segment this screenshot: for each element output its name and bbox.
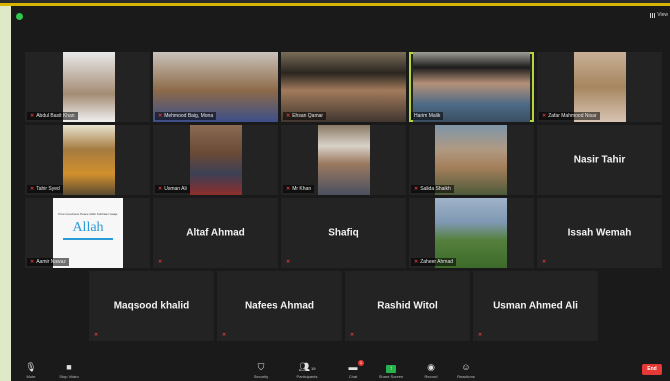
chat-bubble-icon: ▬ (348, 362, 358, 372)
mic-muted-icon: ✕ (158, 113, 163, 119)
record-button[interactable]: ◉ Record (411, 362, 451, 379)
participant-nameplate: ✕ Usman Ali (155, 185, 190, 193)
end-meeting-button[interactable]: End (642, 364, 662, 375)
shield-icon: ⛉ (257, 362, 265, 372)
participant-nameplate: ✕ (219, 331, 229, 339)
participant-display-name: Shafiq (328, 227, 359, 239)
name-only-tile[interactable]: Altaf Ahmad ✕ (153, 198, 278, 268)
participant-nameplate: ✕ Abdul Basit Khan (27, 112, 78, 120)
participant-video (190, 125, 242, 195)
video-tile[interactable]: Pure Goodness Peace Allah Subhaan Gaaje … (25, 198, 150, 268)
record-icon: ◉ (427, 362, 435, 372)
mic-muted-icon: ✕ (222, 332, 227, 338)
chat-unread-badge: 1 (358, 360, 364, 366)
video-tile-active-speaker[interactable]: Harim Malik (409, 52, 534, 122)
view-label: View (657, 12, 668, 18)
video-tile[interactable]: ✕ Usman Ali (153, 125, 278, 195)
mic-muted-icon: ✕ (542, 113, 547, 119)
participant-nameplate: ✕ (475, 331, 485, 339)
placard-tagline: Pure Goodness Peace Allah Subhaan Gaaje (58, 212, 118, 216)
participant-display-name: Rashid Witol (377, 300, 438, 312)
video-tile[interactable]: ✕ Abdul Basit Khan (25, 52, 150, 122)
participant-video (63, 125, 115, 195)
participant-display-name: Nafees Ahmad (244, 300, 315, 312)
participant-nameplate: Harim Malik (411, 112, 444, 120)
participant-nameplate: ✕ (539, 258, 549, 266)
participant-nameplate: ✕ (347, 331, 357, 339)
mic-muted-icon: ✕ (414, 186, 419, 192)
smiley-icon: ☺ (461, 362, 471, 372)
participant-nameplate: ✕ (155, 258, 165, 266)
participant-nameplate: ✕ Mr Khan (283, 185, 315, 193)
video-tile[interactable]: ✕ Salida Shaikh (409, 125, 534, 195)
name-only-tile[interactable]: Usman Ahmed Ali ✕ (473, 271, 598, 341)
mic-muted-icon: ✕ (30, 113, 35, 119)
participant-nameplate: ✕ Salida Shaikh (411, 185, 454, 193)
chat-button[interactable]: ▬ 1 Chat (333, 360, 373, 379)
name-only-tile[interactable]: Maqsood khalid ✕ (89, 271, 214, 341)
mic-muted-icon: ✕ (542, 259, 547, 265)
participant-nameplate: ✕ Zafar Mahmood Nisar (539, 112, 600, 120)
participant-nameplate: ✕ Zaheer Ahmad (411, 258, 457, 266)
participants-icon: 👥︎19 (298, 362, 316, 372)
participant-nameplate: ✕ Mehmood Baig, Mona (155, 112, 217, 120)
participant-display-name: Nasir Tahir (573, 154, 626, 166)
participant-display-name: Maqsood khalid (113, 300, 190, 312)
meeting-window: View ✕ Abdul Basit Khan ✕ Mehmood Baig, Mo… (11, 6, 670, 381)
mic-muted-icon: ✕ (286, 259, 291, 265)
participant-nameplate: ✕ Ehsan Qamar (283, 112, 327, 120)
video-tile[interactable]: ✕ Zafar Mahmood Nisar (537, 52, 662, 122)
security-button[interactable]: ⛉ Security (241, 362, 281, 379)
mic-muted-icon: ✕ (350, 332, 355, 338)
name-only-tile[interactable]: Shafiq ✕ (281, 198, 406, 268)
microphone-icon: 🎙︎ (25, 362, 37, 372)
video-tile[interactable]: ✕ Mehmood Baig, Mona (153, 52, 278, 122)
mic-muted-icon: ✕ (286, 186, 291, 192)
stop-video-button[interactable]: ■ Stop Video (49, 362, 89, 379)
participant-nameplate: ✕ Aamir Nawaz (27, 258, 69, 266)
video-tile[interactable]: ✕ Ehsan Qamar (281, 52, 406, 122)
mic-muted-icon: ✕ (30, 259, 35, 265)
name-only-tile[interactable]: Rashid Witol ✕ (345, 271, 470, 341)
participants-count: 19 (310, 366, 316, 371)
mic-muted-icon: ✕ (158, 259, 163, 265)
meeting-toolbar: 🎙︎ Mute ■ Stop Video ⛉ Security 👥︎19 Par… (11, 359, 670, 381)
mic-muted-icon: ✕ (478, 332, 483, 338)
participant-nameplate: ✕ Tahir Syed (27, 185, 63, 193)
encryption-shield-icon[interactable] (16, 13, 23, 20)
participant-nameplate: ✕ (91, 331, 101, 339)
mic-muted-icon: ✕ (30, 186, 35, 192)
share-screen-icon: ↑ (371, 362, 411, 373)
participant-display-name: Usman Ahmed Ali (493, 300, 578, 312)
gallery-grid-icon (650, 12, 656, 18)
participant-display-name: Altaf Ahmad (186, 227, 245, 239)
name-only-tile[interactable]: Issah Wemah ✕ (537, 198, 662, 268)
placard-word: Allah (72, 220, 104, 235)
video-tile[interactable]: ✕ Zaheer Ahmad (409, 198, 534, 268)
share-screen-button[interactable]: ↑ Share Screen (371, 362, 411, 379)
video-camera-icon: ■ (66, 362, 72, 372)
placard-rule (63, 238, 113, 240)
name-only-tile[interactable]: Nafees Ahmad ✕ (217, 271, 342, 341)
name-only-tile[interactable]: Nasir Tahir (537, 125, 662, 195)
video-tile[interactable]: ✕ Tahir Syed (25, 125, 150, 195)
mute-button[interactable]: 🎙︎ Mute (11, 362, 51, 379)
participant-display-name: Issah Wemah (567, 227, 632, 239)
video-tile[interactable]: ✕ Mr Khan (281, 125, 406, 195)
participant-nameplate: ✕ (283, 258, 293, 266)
mic-muted-icon: ✕ (158, 186, 163, 192)
participants-button[interactable]: 👥︎19 Participants (287, 362, 327, 379)
mic-muted-icon: ✕ (94, 332, 99, 338)
participant-video (318, 125, 370, 195)
mic-muted-icon: ✕ (286, 113, 291, 119)
mic-muted-icon: ✕ (414, 259, 419, 265)
view-button[interactable]: View (650, 12, 668, 18)
reactions-button[interactable]: ☺ Reactions (446, 362, 486, 379)
